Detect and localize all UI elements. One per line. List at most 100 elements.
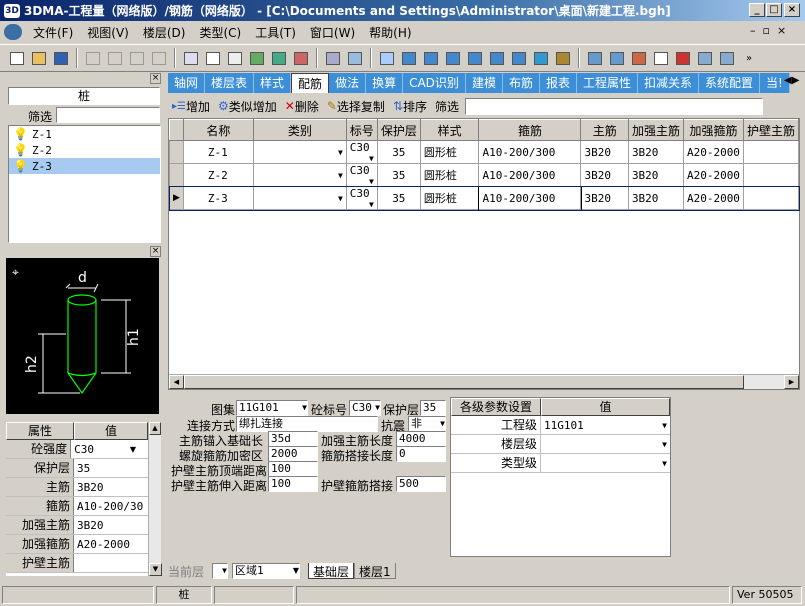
tab-6[interactable]: CAD识别 (403, 73, 466, 93)
grade-select[interactable]: C30 ▼ (349, 400, 381, 416)
save-icon[interactable] (51, 48, 71, 68)
pile-icon[interactable] (531, 48, 551, 68)
cell-grade[interactable]: C30 ▼ (345, 186, 378, 210)
conn-input[interactable]: 绑扎连接 (236, 416, 378, 432)
cell-extra_stirrup[interactable]: A20-2000 (682, 186, 744, 210)
param-row[interactable]: 楼层级 ▼ (451, 435, 670, 454)
extra-len-input[interactable]: 4000 (396, 431, 446, 447)
column-header[interactable]: 保护层 (376, 119, 421, 141)
scroll-thumb[interactable] (184, 375, 744, 389)
prop-row[interactable]: 加强主筋 3B20 (6, 516, 148, 535)
cell-name[interactable]: Z-3 (182, 186, 254, 210)
list-item[interactable]: 💡 Z-1 (9, 126, 160, 142)
tab-floor1[interactable]: 楼层1 (354, 563, 396, 579)
red-box-icon[interactable] (673, 48, 693, 68)
copy-icon[interactable] (105, 48, 125, 68)
prop-value[interactable]: 35 (74, 459, 148, 477)
similar-add-button[interactable]: ⚙ 类似增加 (218, 98, 277, 115)
wall-lap-input[interactable]: 500 (396, 476, 446, 492)
cell-main[interactable]: 3B20 (580, 140, 629, 164)
lap-input[interactable]: 0 (396, 446, 446, 462)
tab-8[interactable]: 布筋 (502, 73, 540, 93)
axis-icon[interactable] (377, 48, 397, 68)
stair-icon[interactable] (487, 48, 507, 68)
open-icon[interactable] (29, 48, 49, 68)
brick-icon[interactable] (629, 48, 649, 68)
grid-icon[interactable] (291, 48, 311, 68)
cell-cat[interactable]: ▼ (252, 163, 347, 187)
tab-0[interactable]: 轴网 (168, 73, 206, 93)
list-item[interactable]: 💡 Z-2 (9, 142, 160, 158)
cell-name[interactable]: Z-2 (182, 163, 254, 187)
menu-tools[interactable]: 工具(T) (248, 24, 303, 41)
cell-name[interactable]: Z-1 (182, 140, 254, 164)
wall-in-input[interactable]: 100 (268, 476, 318, 492)
row-indicator[interactable] (169, 140, 184, 164)
tab-10[interactable]: 工程属性 (576, 73, 638, 93)
menu-help[interactable]: 帮助(H) (362, 24, 418, 41)
diagram-close-icon[interactable]: × (150, 246, 161, 257)
calc-icon[interactable] (345, 48, 365, 68)
anchor-input[interactable]: 35d (268, 431, 318, 447)
cut-icon[interactable] (83, 48, 103, 68)
prop-row[interactable]: 箍筋 A10-200/30 (6, 497, 148, 516)
tree-icon[interactable] (181, 48, 201, 68)
floor-select[interactable]: ▼ (212, 563, 228, 579)
dropdown-icon[interactable]: ▼ (130, 440, 136, 458)
cell-extra_stirrup[interactable]: A20-2000 (682, 140, 744, 164)
slab-icon[interactable] (465, 48, 485, 68)
paste-icon[interactable] (127, 48, 147, 68)
cell-wall[interactable] (742, 163, 800, 187)
cell-extra_main[interactable]: 3B20 (627, 186, 684, 210)
table-row[interactable]: ▶ Z-3 ▼ C30 ▼ 35 圆形桩 A10-200/300 3B20 3B20 A20-200… (168, 185, 800, 211)
spiral-input[interactable]: 2000 (268, 446, 318, 462)
cell-cover[interactable]: 35 (376, 140, 421, 164)
prop-value[interactable]: A20-2000 (74, 535, 148, 553)
door-icon[interactable] (585, 48, 605, 68)
cell-grade[interactable]: C30 ▼ (345, 163, 378, 187)
eraser-icon[interactable] (651, 48, 671, 68)
list-item-selected[interactable]: 💡 Z-3 (9, 158, 160, 174)
sort-button[interactable]: ⇅ 排序 (393, 98, 427, 115)
minimize-button[interactable]: _ (749, 3, 765, 17)
menu-type[interactable]: 类型(C) (192, 24, 248, 41)
more-icon[interactable]: » (739, 48, 759, 68)
cell-cat[interactable]: ▼ (252, 140, 347, 164)
cell-cat[interactable]: ▼ (252, 186, 347, 210)
tab-foundation[interactable]: 基础层 (308, 563, 355, 579)
delete-icon[interactable] (149, 48, 169, 68)
cell-extra_main[interactable]: 3B20 (627, 163, 684, 187)
cover-input[interactable]: 35 (420, 400, 446, 416)
filter-input[interactable] (56, 107, 160, 123)
binoculars-icon[interactable]: ⌖ (12, 265, 19, 279)
cell-style[interactable]: 圆形桩 (419, 186, 480, 210)
column-header[interactable]: 名称 (182, 119, 254, 141)
foundation-icon[interactable] (509, 48, 529, 68)
image-icon[interactable] (247, 48, 267, 68)
param-row[interactable]: 工程级 11G101 ▼ (451, 416, 670, 435)
wall-icon[interactable] (443, 48, 463, 68)
column-header[interactable]: 护壁主筋 (742, 119, 800, 141)
table-row[interactable]: Z-2 ▼ C30 ▼ 35 圆形桩 A10-200/300 3B20 3B20 A20-2000 (169, 163, 800, 187)
table-row[interactable]: Z-1 ▼ C30 ▼ 35 圆形桩 A10-200/300 3B20 3B20 A20-2000 (169, 140, 800, 164)
cell-stirrup[interactable]: A10-200/300 (478, 140, 582, 164)
menu-view[interactable]: 视图(V) (80, 24, 136, 41)
tab-1[interactable]: 楼层表 (205, 73, 255, 93)
prop-value[interactable]: A10-200/30 (74, 497, 148, 515)
prop-row[interactable]: 护壁主筋 (6, 554, 148, 573)
tab-7[interactable]: 建模 (465, 73, 503, 93)
column-header[interactable]: 样式 (419, 119, 480, 141)
view3d-icon[interactable] (269, 48, 289, 68)
atlas-select[interactable]: 11G101 ▼ (236, 400, 308, 416)
param-value[interactable]: 11G101 ▼ (541, 416, 670, 434)
column-header[interactable]: 类别 (252, 119, 347, 141)
report-icon[interactable] (323, 48, 343, 68)
doc-icon[interactable] (4, 24, 22, 40)
tab-5[interactable]: 换算 (366, 73, 404, 93)
prop-value[interactable]: 3B20 (74, 516, 148, 534)
cell-cover[interactable]: 35 (376, 186, 421, 210)
cell-stirrup[interactable]: A10-200/300 (478, 163, 582, 187)
rebar-icon[interactable] (717, 48, 737, 68)
filter-field[interactable] (465, 97, 764, 115)
prop-value[interactable] (74, 554, 148, 572)
